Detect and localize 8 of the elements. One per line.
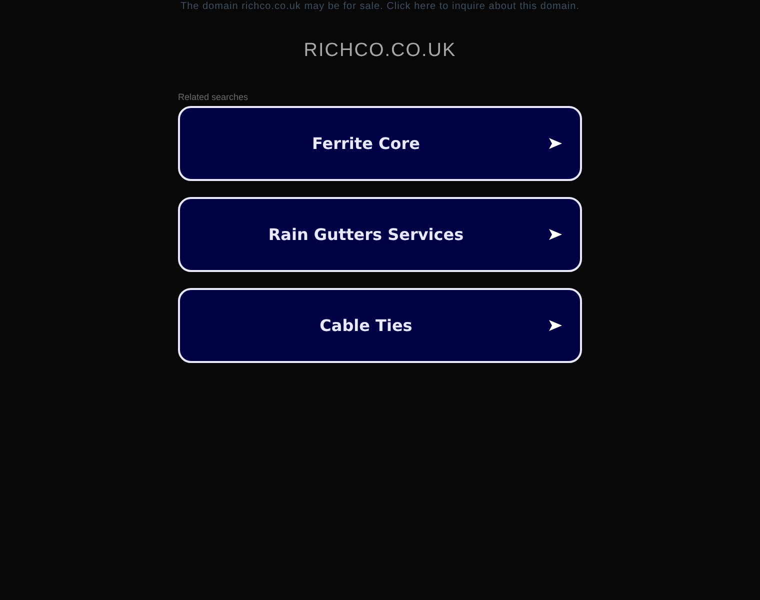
domain-title: RICHCO.CO.UK xyxy=(304,40,456,62)
arrow-icon xyxy=(549,320,562,331)
search-link[interactable]: Cable Ties xyxy=(178,288,582,363)
search-link[interactable]: Ferrite Core xyxy=(178,106,582,181)
arrow-icon xyxy=(549,138,562,149)
arrow-icon xyxy=(549,229,562,240)
related-searches-label: Related searches xyxy=(178,92,250,102)
search-link[interactable]: Rain Gutters Services xyxy=(178,197,582,272)
